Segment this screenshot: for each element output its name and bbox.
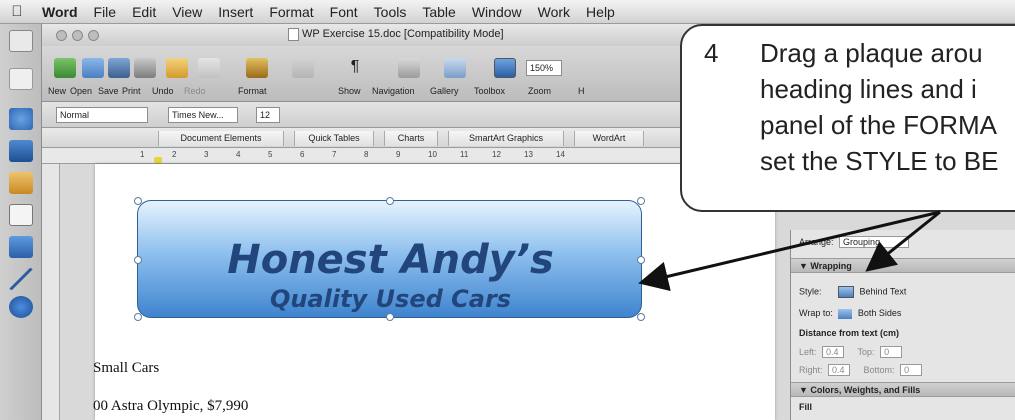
- pointer-arrows: [638, 210, 941, 292]
